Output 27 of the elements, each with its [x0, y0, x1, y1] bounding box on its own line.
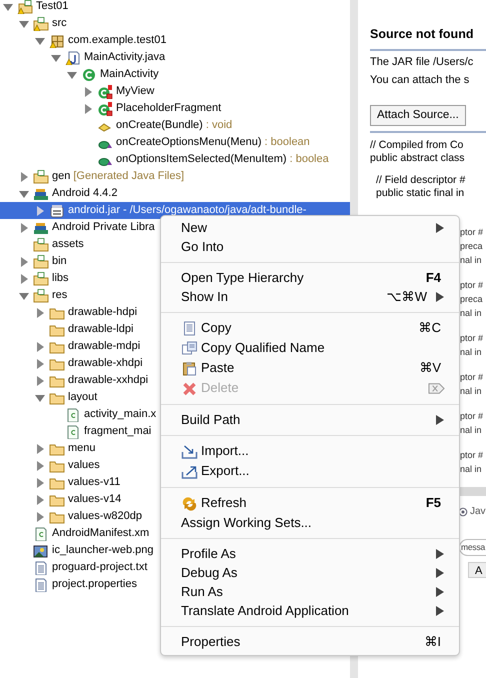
code-line: preca [460, 241, 483, 251]
code-line: ptor # [460, 280, 484, 290]
code-line: ptor # [460, 333, 484, 343]
code-line: public abstract class [370, 152, 466, 165]
code-line: // Field descriptor # [376, 174, 466, 187]
code-line: preca [460, 294, 483, 304]
shortcut-text: F5 [426, 494, 441, 512]
code-line: ptor # [460, 450, 484, 460]
section-title: Source not found [370, 25, 486, 51]
code-line: public static final in [376, 187, 466, 200]
shortcut-text: ⌥⌘W [386, 288, 427, 306]
info-text: The JAR file /Users/c [370, 54, 474, 69]
shortcut-text: ⌘V [419, 359, 441, 378]
code-line: nal in [460, 255, 482, 265]
shortcut-text: ⌘I [424, 632, 441, 651]
code-line: nal in [460, 425, 482, 435]
shortcut-text: ⌘C [418, 319, 441, 338]
code-line: ptor # [460, 411, 484, 421]
code-line: nal in [460, 308, 482, 318]
code-line: ptor # [460, 372, 484, 382]
shortcut-text: F4 [426, 268, 441, 287]
code-line: // Compiled from Co [370, 139, 464, 152]
info-text: You can attach the s [370, 72, 470, 87]
code-line: nal in [460, 386, 482, 396]
code-line: nal in [460, 347, 482, 357]
code-line: nal in [460, 464, 482, 474]
code-line: ptor # [460, 227, 484, 237]
